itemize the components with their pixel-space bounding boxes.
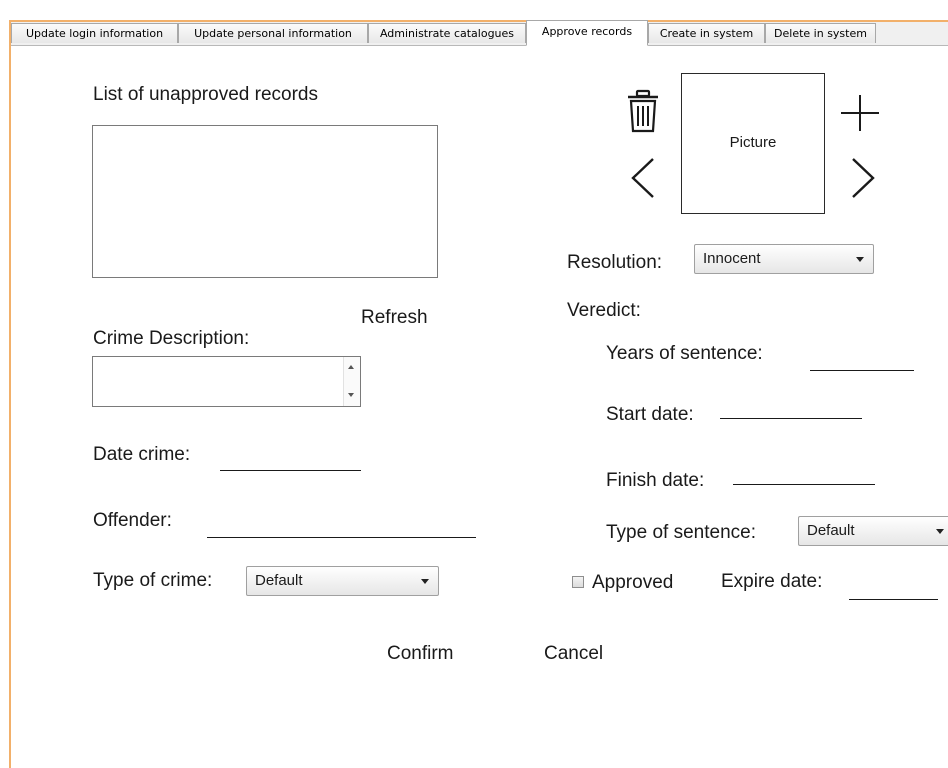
unapproved-records-label: List of unapproved records — [93, 84, 318, 105]
approved-label: Approved — [592, 572, 674, 593]
tab-update-login-information[interactable]: Update login information — [11, 23, 178, 43]
finish-date-label: Finish date: — [606, 470, 705, 491]
window-frame-left — [9, 22, 11, 768]
finish-date-field[interactable] — [733, 484, 875, 485]
description-scrollbar[interactable] — [343, 357, 360, 406]
chevron-right-icon[interactable] — [848, 156, 878, 200]
resolution-value: Innocent — [703, 250, 761, 267]
tab-bar: Update login information Update personal… — [11, 20, 948, 46]
start-date-field[interactable] — [720, 418, 862, 419]
type-of-crime-label: Type of crime: — [93, 570, 213, 591]
crime-description-textarea[interactable] — [92, 356, 361, 407]
picture-box: Picture — [681, 73, 825, 214]
tab-delete-in-system[interactable]: Delete in system — [765, 23, 876, 43]
refresh-button[interactable]: Refresh — [361, 307, 428, 329]
type-of-crime-select[interactable]: Default — [246, 566, 439, 596]
scroll-up-icon[interactable] — [348, 365, 354, 369]
type-of-sentence-select[interactable]: Default — [798, 516, 948, 546]
date-crime-field[interactable] — [220, 470, 361, 471]
approved-checkbox[interactable] — [572, 576, 584, 588]
type-of-sentence-value: Default — [807, 522, 855, 539]
tab-update-personal-information[interactable]: Update personal information — [178, 23, 368, 43]
confirm-button[interactable]: Confirm — [387, 643, 454, 665]
chevron-down-icon — [856, 257, 864, 262]
start-date-label: Start date: — [606, 404, 694, 425]
expire-date-label: Expire date: — [721, 571, 823, 592]
tab-create-in-system[interactable]: Create in system — [648, 23, 765, 43]
years-of-sentence-label: Years of sentence: — [606, 343, 763, 364]
crime-description-label: Crime Description: — [93, 328, 250, 349]
scroll-down-icon[interactable] — [348, 393, 354, 397]
years-of-sentence-field[interactable] — [810, 370, 914, 371]
chevron-down-icon — [936, 529, 944, 534]
date-crime-label: Date crime: — [93, 444, 191, 465]
cancel-button[interactable]: Cancel — [544, 643, 603, 665]
trash-icon[interactable] — [624, 89, 662, 133]
tab-approve-records[interactable]: Approve records — [526, 20, 648, 46]
resolution-label: Resolution: — [567, 252, 663, 273]
verdict-label: Veredict: — [567, 300, 641, 321]
expire-date-field[interactable] — [849, 599, 938, 600]
offender-field[interactable] — [207, 537, 476, 538]
chevron-down-icon — [421, 579, 429, 584]
chevron-left-icon[interactable] — [628, 156, 658, 200]
tab-administrate-catalogues[interactable]: Administrate catalogues — [368, 23, 526, 43]
picture-label: Picture — [729, 134, 777, 151]
unapproved-records-list[interactable] — [92, 125, 438, 278]
type-of-sentence-label: Type of sentence: — [606, 522, 756, 543]
offender-label: Offender: — [93, 510, 172, 531]
type-of-crime-value: Default — [255, 572, 303, 589]
resolution-select[interactable]: Innocent — [694, 244, 874, 274]
plus-icon[interactable] — [838, 93, 882, 133]
